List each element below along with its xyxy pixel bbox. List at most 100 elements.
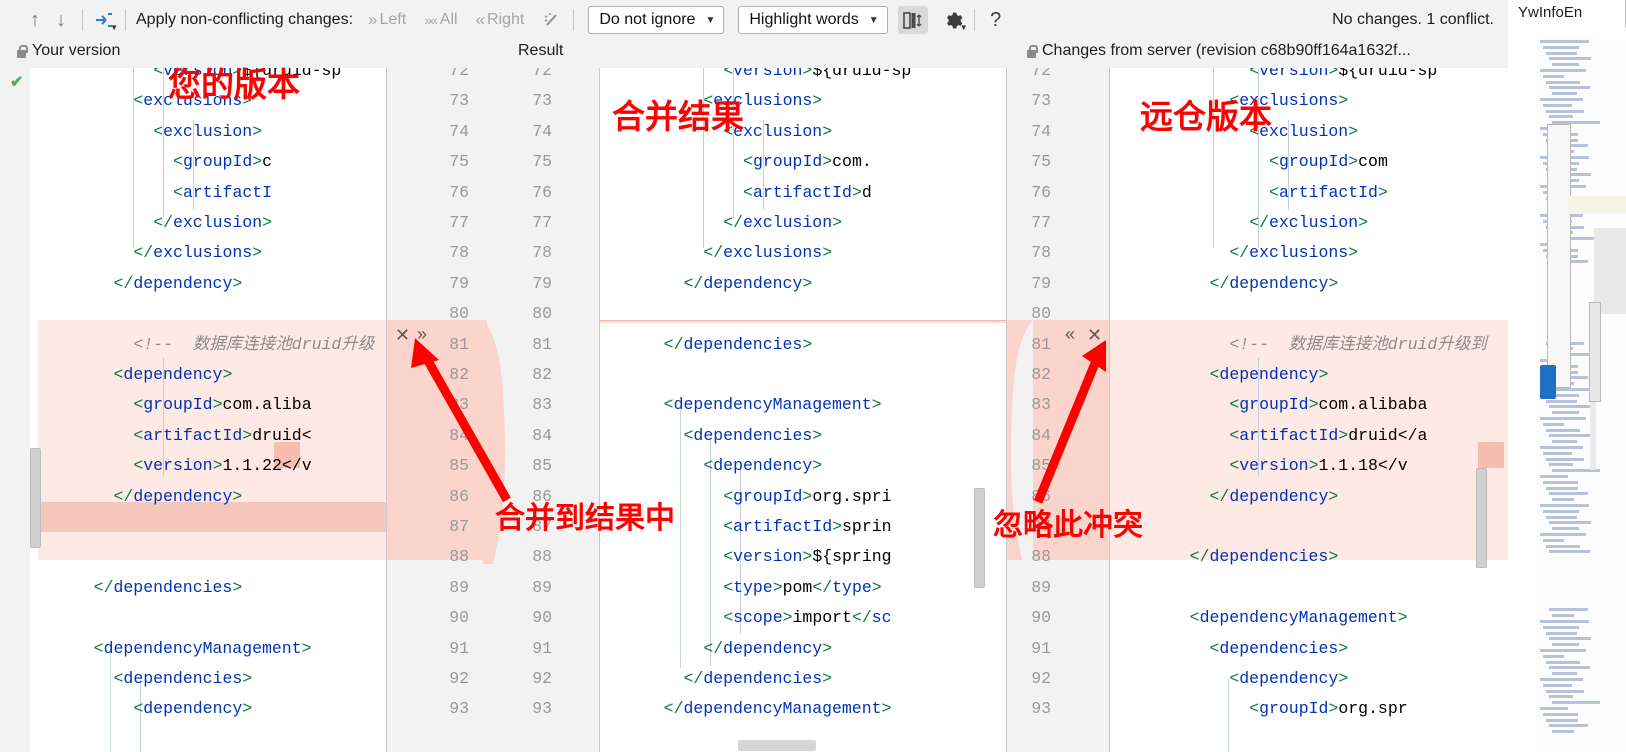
code-token: > <box>782 608 793 628</box>
code-token: dependencies <box>113 577 233 597</box>
right-vertical-scrollbar[interactable] <box>1476 468 1487 568</box>
code-token: dependency <box>133 486 233 506</box>
next-difference-button[interactable]: ↓ <box>48 7 74 33</box>
toolbar-separator-4 <box>973 9 975 31</box>
code-token: < <box>723 547 734 567</box>
background-editor-tab[interactable]: YwInfoEn <box>1512 0 1626 28</box>
code-token: groupId <box>182 152 253 172</box>
result-horizontal-scrollbar[interactable] <box>738 740 816 751</box>
code-token: </ <box>663 699 684 719</box>
code-token: sc <box>871 608 892 628</box>
minimap-line <box>1543 654 1564 658</box>
code-token: </ <box>703 638 724 658</box>
minimap-line <box>1543 509 1580 513</box>
result-editor-pane[interactable]: <version>${druid-sp <exclusions> <exclusio… <box>600 68 1006 752</box>
apply-right-button[interactable]: « Right <box>476 10 525 30</box>
code-line: </dependencies> <box>684 664 833 694</box>
code-token: 1.1.18</v <box>1318 456 1408 476</box>
left-editor-pane[interactable]: <version>${druid-sp <exclusions> <exclusio… <box>30 68 386 752</box>
code-token: artifactId <box>1278 182 1378 202</box>
left-vertical-scrollbar[interactable] <box>30 448 41 548</box>
code-token: exclusion <box>163 121 253 141</box>
line-number: 75 <box>449 152 469 172</box>
collapse-unchanged-toggle[interactable] <box>897 6 928 34</box>
code-token: dependencies <box>1219 638 1339 658</box>
accept-left-change-button[interactable]: » <box>417 325 427 343</box>
code-token: > <box>822 152 833 172</box>
ignore-conflict-right-button[interactable]: ✕ <box>1087 326 1102 344</box>
code-token: exclusion <box>173 213 263 232</box>
settings-button[interactable]: ▼ <box>940 7 968 33</box>
minimap-line <box>1552 440 1578 444</box>
apply-all-button[interactable]: »« All <box>424 11 457 29</box>
code-line: </dependencyManagement> <box>664 694 892 724</box>
line-number: 73 <box>1031 91 1051 111</box>
highlight-policy-select[interactable]: Highlight words ▼ <box>738 6 888 34</box>
magic-resolve-icon[interactable] <box>539 7 565 33</box>
code-token: </ <box>663 334 684 354</box>
line-number: 80 <box>532 304 552 324</box>
code-token: < <box>113 365 124 384</box>
minimap-line <box>1549 608 1589 612</box>
code-token: > <box>822 121 833 141</box>
code-line: <version>${druid-sp <box>1249 68 1437 86</box>
code-token: dependency <box>1239 669 1339 688</box>
line-number: 85 <box>449 456 469 476</box>
apply-nonconflicting-label: Apply non-conflicting changes: <box>136 11 354 28</box>
annotation-merge-into-result: 合并到结果中 <box>495 501 675 536</box>
code-token: > <box>832 213 843 232</box>
highlight-policy-value: Highlight words <box>749 11 859 28</box>
line-number: 89 <box>1031 577 1051 597</box>
code-token: > <box>262 213 273 232</box>
background-scroll-thumb[interactable] <box>1589 302 1601 402</box>
code-line: <dependencies> <box>1210 634 1349 664</box>
code-token: ${spring <box>812 547 892 567</box>
accept-right-change-button[interactable]: « <box>1065 325 1075 343</box>
minimap-line <box>1540 620 1589 623</box>
help-button[interactable]: ? <box>983 7 1009 33</box>
code-token: < <box>743 152 753 172</box>
line-number: 88 <box>449 547 469 567</box>
code-line: <exclusion> <box>153 117 262 147</box>
result-vertical-scrollbar[interactable] <box>974 488 985 588</box>
line-number: 72 <box>532 68 552 80</box>
apply-left-button[interactable]: » Left <box>368 10 406 30</box>
code-line: <artifactId>d <box>743 178 872 208</box>
code-token: > <box>802 547 813 567</box>
code-token: > <box>1358 213 1369 232</box>
line-number: 84 <box>532 425 552 445</box>
previous-difference-button[interactable]: ↑ <box>22 7 48 33</box>
line-number: 77 <box>449 213 469 232</box>
code-line: </exclusions> <box>703 238 832 268</box>
code-line: </dependency> <box>114 482 243 512</box>
code-token: < <box>133 699 144 719</box>
line-number: 90 <box>532 608 552 628</box>
code-token: > <box>871 577 882 597</box>
line-number: 80 <box>1031 304 1051 324</box>
code-token: </ <box>133 243 154 263</box>
code-token: groupId <box>1239 395 1309 415</box>
minimap-line <box>1549 405 1591 409</box>
code-line: <artifactId>druid</a <box>1229 421 1427 451</box>
chevron-down-icon: ▼ <box>705 14 716 26</box>
code-line: </dependency> <box>1210 482 1339 512</box>
code-token: 1.1.22</v <box>222 456 312 476</box>
code-token: exclusion <box>1269 213 1359 232</box>
ignore-conflict-left-button[interactable]: ✕ <box>395 326 410 344</box>
ignore-policy-select[interactable]: Do not ignore ▼ <box>588 6 725 34</box>
right-editor-pane[interactable]: <version>${druid-sp <exclusions> <exclusio… <box>1110 68 1508 752</box>
code-token: artifactId <box>752 182 852 202</box>
line-number: 83 <box>1031 395 1051 415</box>
code-token: version <box>1239 456 1309 476</box>
code-token: < <box>133 425 144 445</box>
background-scroll-track[interactable] <box>1547 124 1571 388</box>
background-highlight-band <box>1568 196 1626 214</box>
code-token: dependency <box>713 456 813 476</box>
code-token: </ <box>703 243 724 263</box>
code-token: version <box>733 547 803 567</box>
apply-all-magic-icon[interactable]: ▼ <box>91 7 118 33</box>
line-number: 93 <box>1031 699 1051 719</box>
code-token: > <box>812 456 823 476</box>
code-token: </ <box>93 577 114 597</box>
line-number: 73 <box>449 91 469 111</box>
